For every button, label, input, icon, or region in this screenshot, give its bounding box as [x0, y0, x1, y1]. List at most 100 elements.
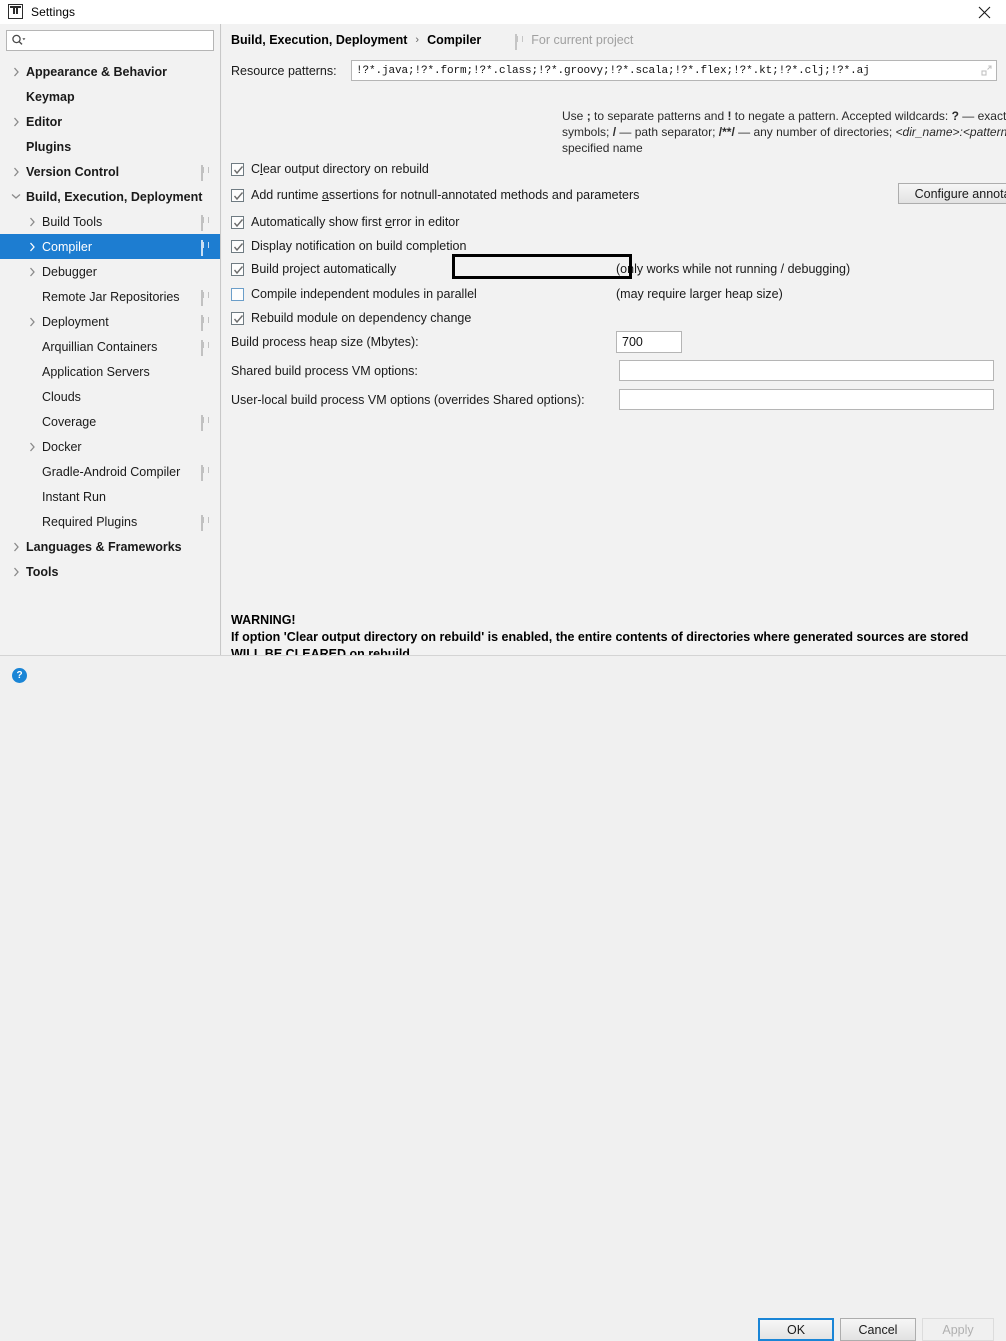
search-box[interactable] — [6, 30, 214, 51]
sidebar-item-label: Appearance & Behavior — [26, 64, 168, 79]
breadcrumb-current: Compiler — [427, 33, 482, 47]
chevron-right-icon[interactable] — [24, 267, 40, 277]
sidebar-item-label: Editor — [26, 114, 63, 129]
sidebar-item-languages-frameworks[interactable]: Languages & Frameworks — [0, 534, 220, 559]
project-scope-icon — [201, 465, 212, 481]
sidebar-item-label: Arquillian Containers — [42, 339, 158, 354]
sidebar-item-label: Clouds — [42, 389, 81, 404]
chevron-right-icon[interactable] — [8, 67, 24, 77]
intellij-idea-icon — [8, 4, 24, 20]
sidebar-item-label: Plugins — [26, 139, 72, 154]
window-title: Settings — [31, 5, 76, 19]
project-scope-icon — [201, 290, 212, 306]
sidebar-item-plugins[interactable]: Plugins — [0, 134, 220, 159]
sidebar-item-arquillian-containers[interactable]: Arquillian Containers — [0, 334, 220, 359]
sidebar-item-build-tools[interactable]: Build Tools — [0, 209, 220, 234]
search-area — [0, 24, 220, 51]
search-icon — [7, 31, 29, 50]
sidebar-item-debugger[interactable]: Debugger — [0, 259, 220, 284]
sidebar-item-clouds[interactable]: Clouds — [0, 384, 220, 409]
expand-icon[interactable] — [980, 64, 993, 77]
sidebar-item-build-execution-deployment[interactable]: Build, Execution, Deployment — [0, 184, 220, 209]
sidebar-item-instant-run[interactable]: Instant Run — [0, 484, 220, 509]
chevron-right-icon[interactable] — [24, 442, 40, 452]
checkbox-add-runtime-assertions-for-notnull-annotated-methods-and-parameters[interactable]: Add runtime assertions for notnull-annot… — [231, 186, 639, 204]
checkbox-compile-independent-modules-in-parallel[interactable]: Compile independent modules in parallel — [231, 285, 477, 303]
resource-patterns-label: Resource patterns: — [231, 63, 337, 78]
settings-tree: Appearance & Behavior Keymap Editor Plugins… — [0, 59, 220, 584]
checkbox-clear-output-directory-on-rebuild[interactable]: Clear output directory on rebuild — [231, 160, 429, 178]
hint-compile-independent-modules-in-parallel: (may require larger heap size) — [616, 287, 783, 301]
checkbox-box[interactable] — [231, 262, 244, 276]
scope-indicator: For current project — [515, 33, 634, 50]
sidebar-item-compiler[interactable]: Compiler — [0, 234, 220, 259]
help-icon[interactable]: ? — [12, 668, 27, 683]
sidebar-item-remote-jar-repositories[interactable]: Remote Jar Repositories — [0, 284, 220, 309]
sidebar-item-required-plugins[interactable]: Required Plugins — [0, 509, 220, 534]
sidebar-item-label: Application Servers — [42, 364, 150, 379]
sidebar-item-gradle-android-compiler[interactable]: Gradle-Android Compiler — [0, 459, 220, 484]
settings-dialog: Settings Appearance & Behavior Keymap Edit… — [0, 0, 1006, 1341]
sidebar-item-application-servers[interactable]: Application Servers — [0, 359, 220, 384]
project-scope-icon — [201, 515, 212, 531]
breadcrumb-separator-icon: › — [415, 34, 420, 46]
sidebar-item-label: Coverage — [42, 414, 97, 429]
checkbox-box[interactable] — [231, 162, 244, 176]
breadcrumb: Build, Execution, Deployment › Compiler … — [231, 33, 634, 50]
checkbox-label: Build project automatically — [251, 262, 397, 276]
chevron-down-icon[interactable] — [8, 193, 24, 200]
chevron-right-icon[interactable] — [24, 217, 40, 227]
checkbox-box[interactable] — [231, 188, 244, 202]
checkbox-box[interactable] — [231, 239, 244, 253]
chevron-right-icon[interactable] — [8, 167, 24, 177]
sidebar-item-label: Instant Run — [42, 489, 106, 504]
resource-patterns-field[interactable]: !?*.java;!?*.form;!?*.class;!?*.groovy;!… — [351, 60, 997, 81]
checkbox-build-project-automatically[interactable]: Build project automatically — [231, 260, 396, 278]
configure-annotations-button[interactable]: Configure annotations... — [898, 183, 1006, 204]
ok-button[interactable]: OK — [758, 1318, 834, 1341]
hint-build-project-automatically: (only works while not running / debuggin… — [616, 262, 851, 276]
highlight-annotation — [452, 254, 632, 279]
sidebar-item-editor[interactable]: Editor — [0, 109, 220, 134]
sidebar-item-label: Required Plugins — [42, 514, 138, 529]
heap-size-input[interactable]: 700 — [616, 331, 682, 353]
shared-vm-options-input[interactable] — [619, 360, 994, 381]
sidebar-item-docker[interactable]: Docker — [0, 434, 220, 459]
resource-patterns-value: !?*.java;!?*.form;!?*.class;!?*.groovy;!… — [356, 64, 870, 77]
checkbox-automatically-show-first-error-in-editor[interactable]: Automatically show first error in editor — [231, 213, 459, 231]
cancel-button[interactable]: Cancel — [840, 1318, 916, 1341]
checkbox-display-notification-on-build-completion[interactable]: Display notification on build completion — [231, 237, 466, 255]
sidebar-item-label: Deployment — [42, 314, 109, 329]
checkbox-label: Compile independent modules in parallel — [251, 287, 477, 301]
settings-sidebar: Appearance & Behavior Keymap Editor Plugins… — [0, 24, 221, 655]
sidebar-item-label: Build Tools — [42, 214, 103, 229]
checkbox-box[interactable] — [231, 311, 244, 325]
chevron-right-icon[interactable] — [24, 317, 40, 327]
scope-label: For current project — [531, 33, 634, 47]
project-scope-icon — [201, 415, 212, 431]
sidebar-item-keymap[interactable]: Keymap — [0, 84, 220, 109]
sidebar-item-coverage[interactable]: Coverage — [0, 409, 220, 434]
user-local-vm-options-input[interactable] — [619, 389, 994, 410]
sidebar-item-deployment[interactable]: Deployment — [0, 309, 220, 334]
apply-button[interactable]: Apply — [922, 1318, 994, 1341]
project-scope-icon — [201, 340, 212, 356]
checkbox-box[interactable] — [231, 287, 244, 301]
resource-patterns-help: Use ; to separate patterns and ! to nega… — [562, 109, 1006, 155]
checkbox-box[interactable] — [231, 215, 244, 229]
resource-patterns-row: Resource patterns: !?*.java;!?*.form;!?*… — [231, 60, 1001, 81]
close-icon[interactable] — [962, 0, 1006, 24]
checkbox-label: Add runtime assertions for notnull-annot… — [251, 188, 640, 202]
sidebar-item-appearance-behavior[interactable]: Appearance & Behavior — [0, 59, 220, 84]
chevron-right-icon[interactable] — [8, 542, 24, 552]
checkbox-rebuild-module-on-dependency-change[interactable]: Rebuild module on dependency change — [231, 309, 471, 327]
chevron-right-icon[interactable] — [8, 567, 24, 577]
chevron-right-icon[interactable] — [8, 117, 24, 127]
breadcrumb-parent[interactable]: Build, Execution, Deployment — [231, 33, 407, 47]
checkbox-label: Rebuild module on dependency change — [251, 311, 472, 325]
search-input[interactable] — [29, 32, 199, 49]
chevron-right-icon[interactable] — [24, 242, 40, 252]
sidebar-item-label: Docker — [42, 439, 82, 454]
sidebar-item-version-control[interactable]: Version Control — [0, 159, 220, 184]
sidebar-item-tools[interactable]: Tools — [0, 559, 220, 584]
